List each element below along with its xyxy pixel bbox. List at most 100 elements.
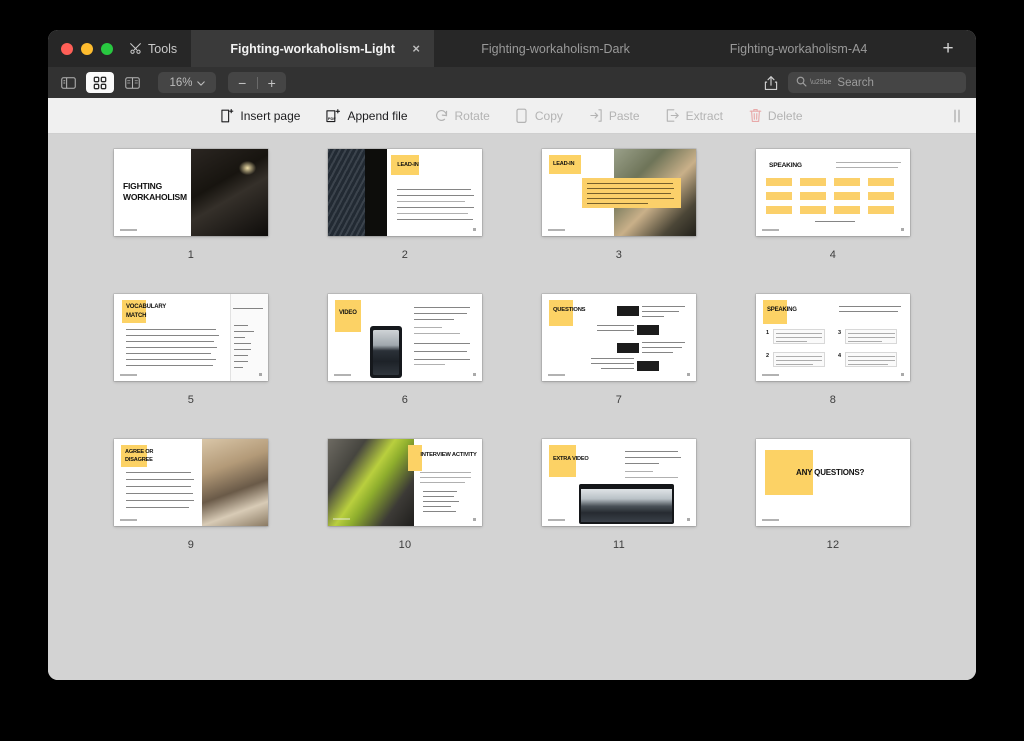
slide-heading-line2: MATCH [126, 313, 147, 319]
slide-heading: LEAD-IN [553, 161, 575, 167]
slide-heading: QUESTIONS [553, 307, 586, 313]
slide-heading-line2: DISAGREE [125, 457, 153, 463]
delete-button: Delete [736, 98, 816, 133]
append-file-button[interactable]: PDF Append file [313, 98, 420, 133]
zoom-out-button[interactable]: − [228, 72, 257, 93]
search-scope-chevron-icon[interactable]: \u25be [810, 79, 831, 86]
page-preview[interactable]: SPEAKING 1 3 2 4 [756, 294, 910, 381]
insert-page-label: Insert page [240, 108, 301, 123]
slide-heading-line1: FIGHTING [123, 181, 163, 191]
page-thumbnail-1[interactable]: FIGHTING WORKAHOLISM 1 [84, 147, 298, 292]
share-icon[interactable] [758, 72, 784, 94]
maximize-window-button[interactable] [101, 42, 113, 55]
slide-page-number [473, 518, 476, 521]
trash-icon [749, 108, 762, 123]
page-thumbnail-5[interactable]: VOCABULARY MATCH 5 [84, 292, 298, 437]
tools-button[interactable]: Tools [125, 30, 191, 67]
append-file-label: Append file [347, 108, 408, 123]
tab-label: Fighting-workaholism-A4 [729, 41, 868, 56]
search-input[interactable]: \u25be Search [788, 72, 966, 93]
slide-footer [762, 519, 779, 521]
search-icon [796, 76, 807, 90]
slide-page-number [259, 373, 262, 376]
thumbnail-grid-icon[interactable] [86, 72, 114, 93]
slide-footer [120, 374, 137, 376]
page-thumbnail-9[interactable]: AGREE OR DISAGREE 9 [84, 437, 298, 582]
page-thumbnail-7[interactable]: QUESTIONS 7 [512, 292, 726, 437]
zoom-level-value: 16% [169, 76, 193, 89]
sidebar-icon[interactable] [54, 72, 82, 93]
toolbar-resize-grip[interactable] [954, 109, 960, 122]
page-preview[interactable]: ANY QUESTIONS? [756, 439, 910, 526]
page-thumbnail-3[interactable]: LEAD-IN 3 [512, 147, 726, 292]
page-thumbnail-grid: FIGHTING WORKAHOLISM 1 LEAD-IN 2 LEAD-IN… [48, 147, 976, 582]
slide-heading-line2: WORKAHOLISM [123, 192, 187, 202]
page-preview[interactable]: INTERVIEW ACTIVITY [328, 439, 482, 526]
page-preview[interactable]: SPEAKING [756, 149, 910, 236]
rotate-label: Rotate [454, 108, 490, 123]
page-preview[interactable]: VOCABULARY MATCH [114, 294, 268, 381]
slide-footer [120, 229, 137, 231]
minimize-window-button[interactable] [81, 42, 93, 55]
slide-footer [333, 518, 350, 520]
page-number: 10 [398, 539, 412, 551]
slide-heading: LEAD-IN [397, 162, 419, 168]
slide-footer [548, 374, 565, 376]
tab-fighting-workaholism-a4[interactable]: Fighting-workaholism-A4 × [677, 30, 920, 67]
slide-footer [762, 229, 779, 231]
page-thumbnail-canvas[interactable]: FIGHTING WORKAHOLISM 1 LEAD-IN 2 LEAD-IN… [48, 134, 976, 680]
insert-page-button[interactable]: Insert page [208, 98, 313, 133]
rotate-icon [434, 108, 449, 123]
page-number: 1 [187, 249, 195, 261]
page-preview[interactable]: LEAD-IN [542, 149, 696, 236]
tools-icon [129, 42, 142, 55]
slide-footer [548, 229, 565, 231]
slide-heading: SPEAKING [767, 307, 797, 313]
new-tab-button[interactable]: + [920, 30, 976, 67]
insert-page-icon [221, 108, 234, 124]
tab-label: Fighting-workaholism-Dark [481, 41, 630, 56]
page-preview[interactable]: EXTRA VIDEO [542, 439, 696, 526]
zoom-stepper[interactable]: − + [228, 72, 286, 93]
zoom-level-dropdown[interactable]: 16% [158, 72, 216, 93]
extract-label: Extract [685, 108, 723, 123]
zoom-in-button[interactable]: + [258, 72, 287, 93]
page-thumbnail-8[interactable]: SPEAKING 1 3 2 4 8 [726, 292, 940, 437]
slide-footer [120, 519, 137, 521]
slide-heading: VIDEO [339, 310, 357, 316]
title-bar: Tools Fighting-workaholism-Light × Fight… [48, 30, 976, 67]
page-thumbnail-12[interactable]: ANY QUESTIONS? 12 [726, 437, 940, 582]
slide-page-number [901, 228, 904, 231]
close-icon[interactable]: × [408, 41, 424, 57]
page-thumbnail-4[interactable]: SPEAKING 4 [726, 147, 940, 292]
page-thumbnail-6[interactable]: VIDEO 6 [298, 292, 512, 437]
page-preview[interactable]: FIGHTING WORKAHOLISM [114, 149, 268, 236]
page-thumbnail-10[interactable]: INTERVIEW ACTIVITY 10 [298, 437, 512, 582]
chevron-down-icon [196, 77, 205, 89]
page-preview[interactable]: LEAD-IN [328, 149, 482, 236]
item-number-4: 4 [838, 353, 841, 359]
page-preview[interactable]: VIDEO [328, 294, 482, 381]
slide-footer [334, 374, 351, 376]
copy-label: Copy [534, 108, 563, 123]
page-number: 11 [612, 539, 626, 551]
split-view-icon[interactable] [118, 72, 146, 93]
page-number: 7 [615, 394, 623, 406]
page-action-toolbar: Insert page PDF Append file Rotate Copy … [48, 98, 976, 134]
slide-page-number [473, 373, 476, 376]
search-placeholder-text: Search [837, 76, 874, 89]
page-thumbnail-2[interactable]: LEAD-IN 2 [298, 147, 512, 292]
close-window-button[interactable] [61, 42, 73, 55]
traffic-light-buttons [48, 30, 125, 67]
page-number: 5 [187, 394, 195, 406]
paste-label: Paste [608, 108, 640, 123]
page-number: 3 [615, 249, 623, 261]
slide-page-number [901, 373, 904, 376]
page-thumbnail-11[interactable]: EXTRA VIDEO 11 [512, 437, 726, 582]
tab-fighting-workaholism-dark[interactable]: Fighting-workaholism-Dark × [434, 30, 677, 67]
slide-page-number [687, 518, 690, 521]
page-preview[interactable]: AGREE OR DISAGREE [114, 439, 268, 526]
paste-icon [589, 108, 603, 123]
page-preview[interactable]: QUESTIONS [542, 294, 696, 381]
tab-fighting-workaholism-light[interactable]: Fighting-workaholism-Light × [191, 30, 435, 67]
